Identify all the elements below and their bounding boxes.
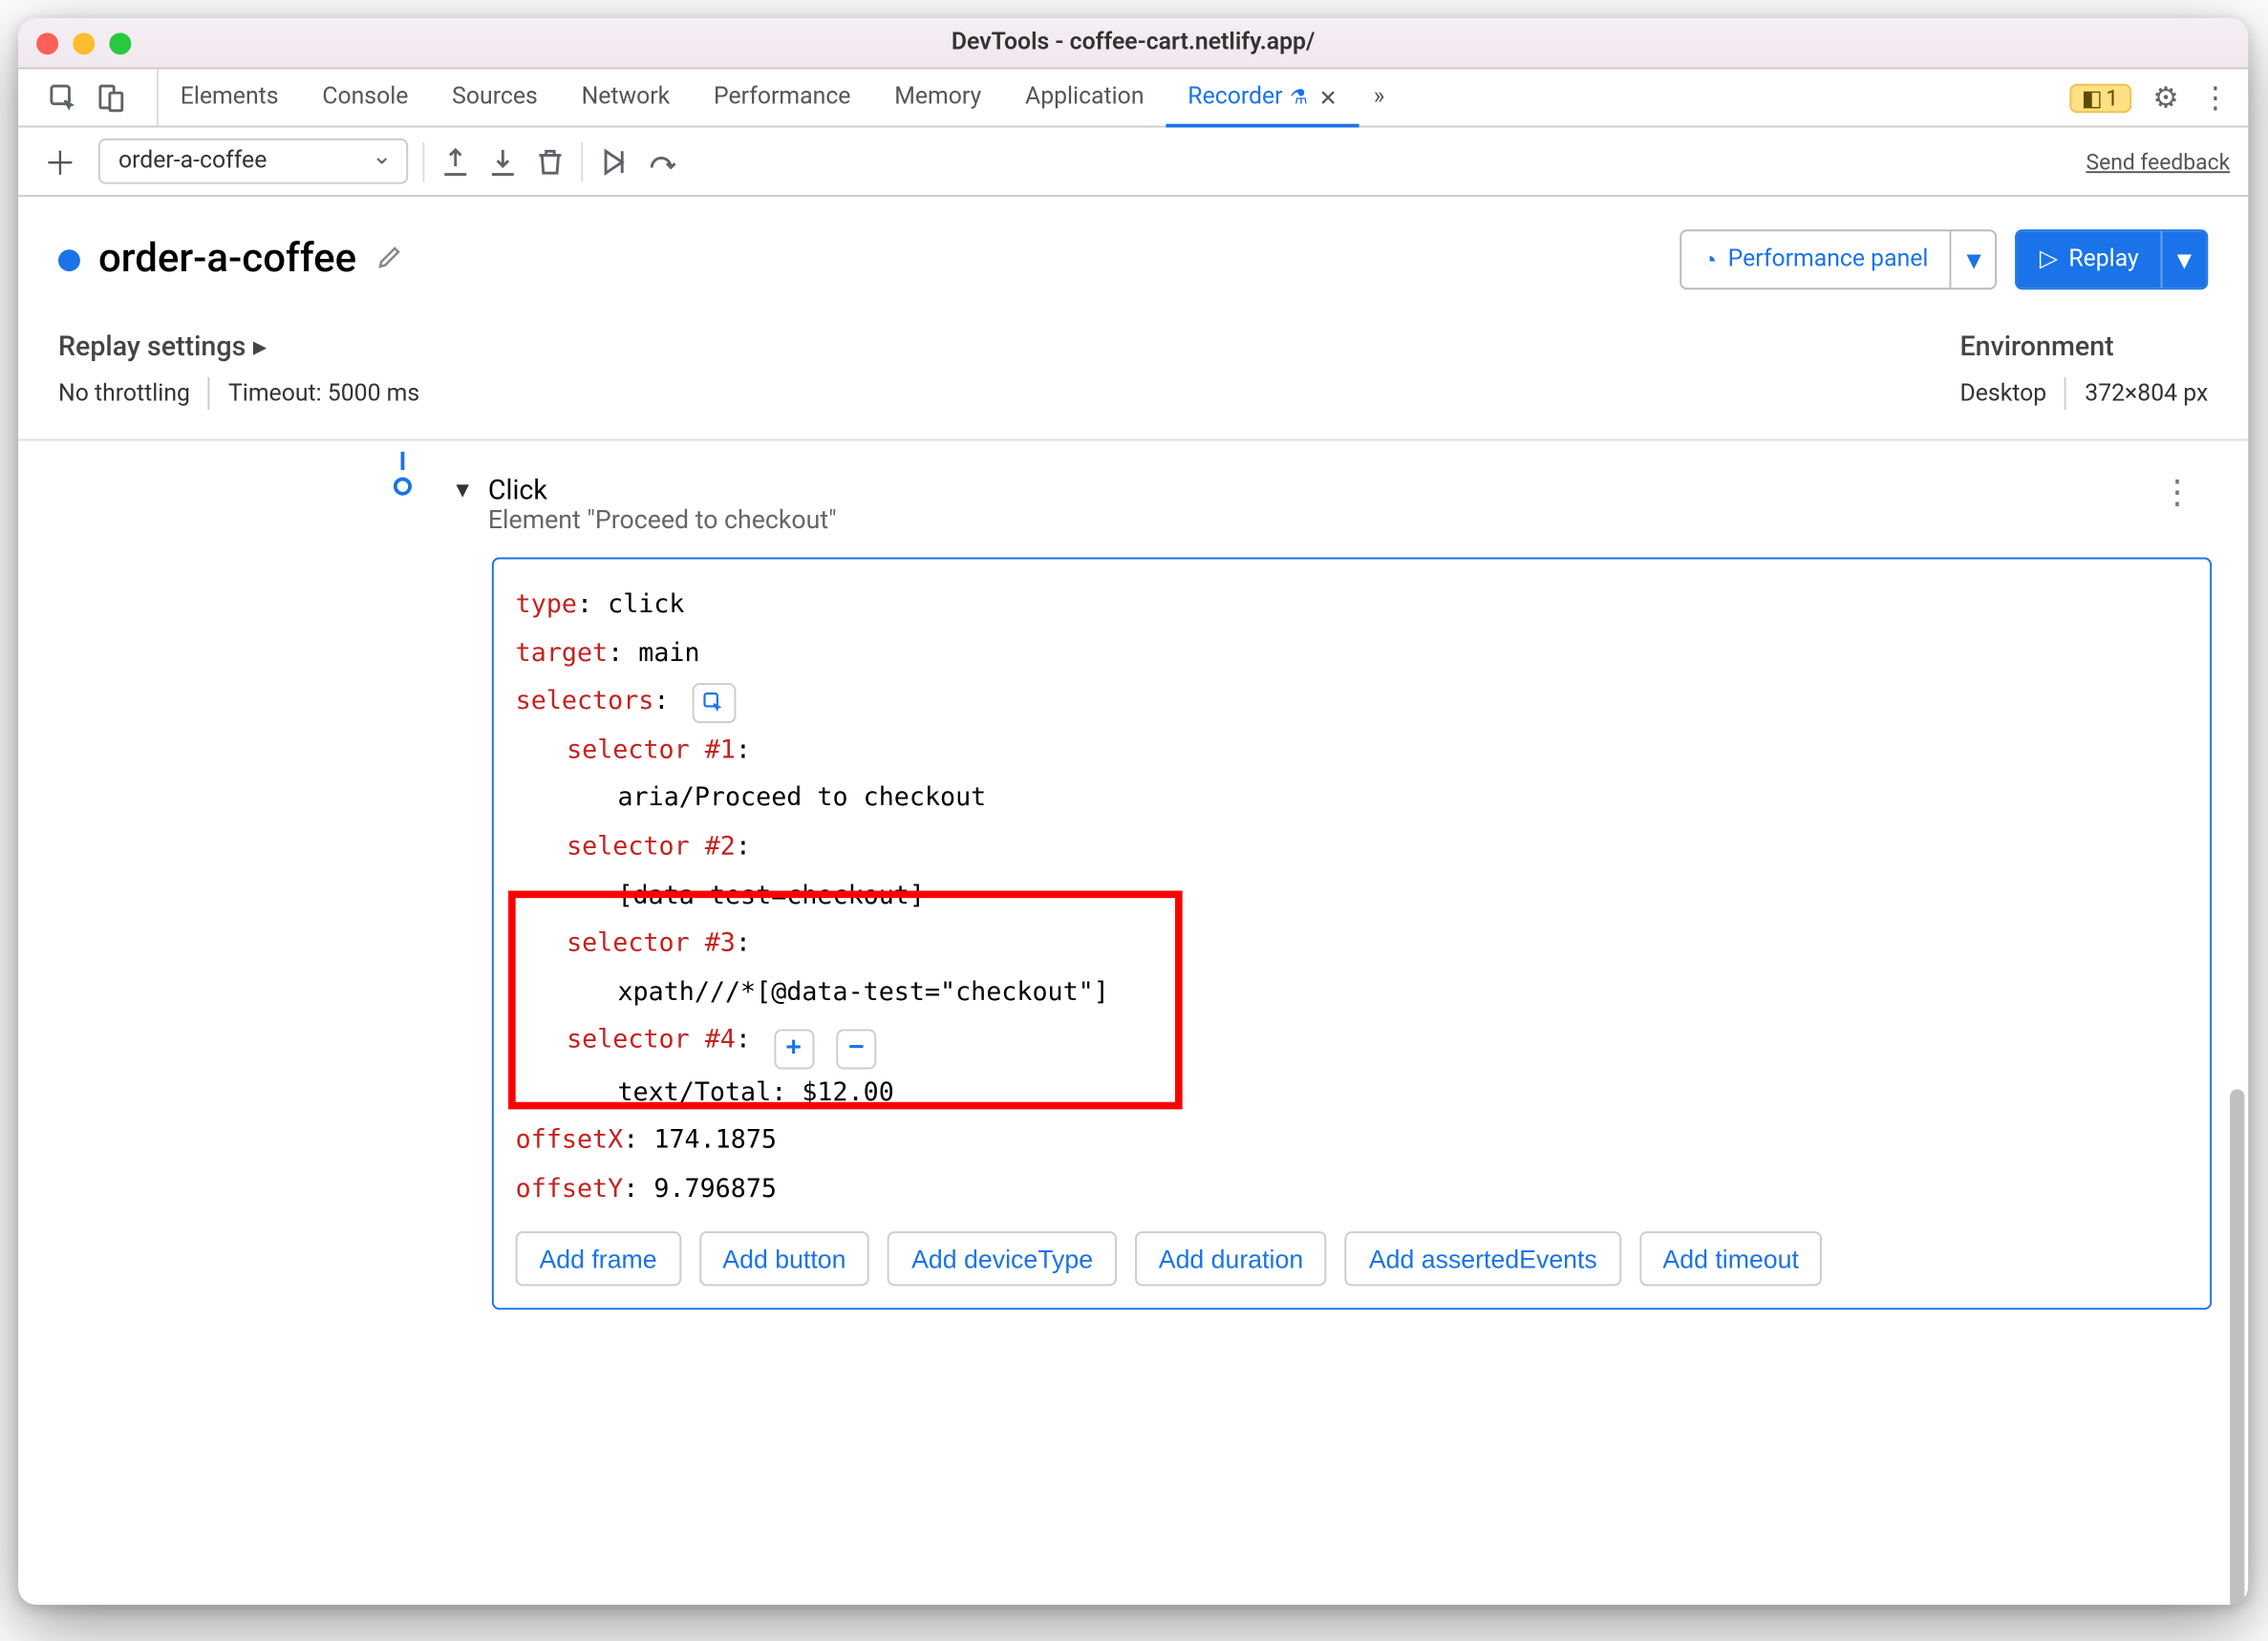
delete-icon[interactable] [534, 145, 567, 178]
inspect-element-icon[interactable] [48, 81, 80, 114]
recording-title: order-a-coffee [98, 237, 356, 283]
separator [422, 141, 424, 181]
add-button-button[interactable]: Add button [699, 1232, 870, 1287]
flask-icon: ⚗ [1290, 86, 1308, 110]
devtools-tabbar: Elements Console Sources Network Perform… [18, 69, 2248, 127]
step-over-icon[interactable] [597, 145, 630, 178]
selector1-value[interactable]: aria/Proceed to checkout [617, 784, 986, 814]
scrollbar-thumb[interactable] [2230, 1089, 2244, 1605]
title-bar: DevTools - coffee-cart.netlify.app/ [18, 18, 2248, 69]
timeline-dot [394, 478, 412, 496]
tab-sources[interactable]: Sources [430, 69, 559, 125]
issues-badge[interactable]: ◧ 1 [2069, 83, 2131, 113]
add-selector-button[interactable]: + [774, 1029, 814, 1069]
devtools-window: DevTools - coffee-cart.netlify.app/ Elem… [18, 18, 2248, 1605]
send-feedback-link[interactable]: Send feedback [2086, 148, 2230, 174]
new-recording-button[interactable]: ＋ [36, 138, 84, 185]
replay-label: Replay [2068, 245, 2138, 273]
prop-target-key: target [516, 639, 608, 669]
performance-panel-button[interactable]: ◔ Performance panel [1680, 231, 1950, 288]
tab-recorder[interactable]: Recorder ⚗ ✕ [1166, 69, 1359, 125]
issues-count: 1 [2106, 85, 2118, 111]
tab-elements[interactable]: Elements [159, 69, 301, 125]
tab-network[interactable]: Network [560, 69, 692, 125]
add-assertedevents-button[interactable]: Add assertedEvents [1345, 1232, 1621, 1287]
prop-offsety-key: offsetY [516, 1175, 624, 1204]
performance-panel-label: Performance panel [1728, 245, 1929, 273]
play-icon: ▷ [2040, 245, 2058, 273]
export-icon[interactable] [439, 145, 472, 178]
selector2-value[interactable]: [data-test=checkout] [617, 881, 924, 910]
selector2-key: selector #2 [567, 832, 736, 862]
performance-panel-button-group: ◔ Performance panel ▾ [1679, 229, 1998, 289]
recording-selector-value: order-a-coffee [118, 147, 267, 175]
add-property-row: Add frame Add button Add deviceType Add … [516, 1232, 2189, 1287]
replay-button-group: ▷ Replay ▾ [2016, 229, 2208, 289]
remove-selector-button[interactable]: − [836, 1029, 876, 1069]
environment-header: Environment [1959, 330, 2208, 362]
selector4-key: selector #4 [567, 1026, 736, 1055]
prop-offsety-value[interactable]: 9.796875 [653, 1175, 777, 1204]
selector1-key: selector #1 [567, 735, 736, 765]
step-name: Click [488, 474, 837, 506]
separator [581, 141, 583, 181]
tab-recorder-label: Recorder [1187, 84, 1282, 112]
gauge-icon: ◔ [1702, 245, 1717, 274]
prop-type-key: type [516, 590, 577, 620]
add-duration-button[interactable]: Add duration [1135, 1232, 1327, 1287]
step-detail-panel: type: click target: main selectors: sele… [492, 558, 2212, 1311]
replay-dropdown-caret[interactable]: ▾ [2161, 231, 2207, 288]
import-icon[interactable] [486, 145, 519, 178]
performance-dropdown-caret[interactable]: ▾ [1950, 231, 1996, 288]
step-header[interactable]: ▼ Click Element "Proceed to checkout" [452, 474, 2212, 536]
step-subtitle: Element "Proceed to checkout" [488, 506, 837, 536]
tab-console[interactable]: Console [300, 69, 430, 125]
selector3-key: selector #3 [567, 929, 736, 959]
add-devicetype-button[interactable]: Add deviceType [888, 1232, 1117, 1287]
add-frame-button[interactable]: Add frame [516, 1232, 681, 1287]
settings-gear-icon[interactable]: ⚙ [2152, 80, 2178, 115]
recording-header: order-a-coffee ◔ Performance panel ▾ ▷ R… [18, 197, 2248, 311]
tab-application[interactable]: Application [1003, 69, 1166, 125]
recorder-toolbar: ＋ order-a-coffee Send feedback [18, 127, 2248, 196]
window-title: DevTools - coffee-cart.netlify.app/ [18, 30, 2248, 57]
replay-button[interactable]: ▷ Replay [2018, 231, 2161, 288]
tab-memory[interactable]: Memory [872, 69, 1003, 125]
timeline-tick [401, 452, 405, 470]
collapse-caret-icon[interactable]: ▼ [452, 478, 474, 503]
step-area: ⋮ ▼ Click Element "Proceed to checkout" … [18, 440, 2248, 1347]
dimensions-value: 372×804 px [2085, 380, 2208, 408]
tab-performance[interactable]: Performance [692, 69, 872, 125]
replay-settings-header[interactable]: Replay settings ▸ [58, 330, 419, 362]
tab-close-icon[interactable]: ✕ [1318, 85, 1337, 111]
settings-bar: Replay settings ▸ No throttling Timeout:… [18, 311, 2248, 440]
prop-selectors-key: selectors [516, 687, 654, 716]
recording-dot-icon [58, 248, 80, 270]
device-toggle-icon[interactable] [95, 81, 127, 114]
prop-offsetx-key: offsetX [516, 1126, 624, 1156]
divider [208, 377, 210, 410]
more-tabs-chevron[interactable]: » [1359, 69, 1400, 125]
selector3-value[interactable]: xpath///*[@data-test="checkout"] [617, 978, 1108, 1008]
device-value: Desktop [1959, 380, 2046, 408]
chevron-right-icon: ▸ [253, 330, 267, 362]
add-timeout-button[interactable]: Add timeout [1639, 1232, 1823, 1287]
warning-icon: ◧ [2082, 85, 2103, 111]
step-menu-icon[interactable]: ⋮ [2161, 474, 2193, 512]
throttling-value: No throttling [58, 380, 190, 408]
selector4-value[interactable]: text/Total: $12.00 [617, 1077, 893, 1107]
element-picker-button[interactable] [692, 683, 736, 723]
step-forward-icon[interactable] [645, 145, 677, 178]
divider [2065, 377, 2066, 410]
prop-type-value[interactable]: click [608, 590, 684, 620]
edit-title-icon[interactable] [374, 242, 404, 278]
replay-settings-label: Replay settings [58, 330, 246, 362]
more-options-icon[interactable]: ⋮ [2201, 80, 2231, 115]
timeout-value: Timeout: 5000 ms [228, 380, 419, 408]
recording-selector[interactable]: order-a-coffee [98, 139, 408, 184]
prop-target-value[interactable]: main [638, 639, 699, 669]
prop-offsetx-value[interactable]: 174.1875 [653, 1126, 777, 1156]
